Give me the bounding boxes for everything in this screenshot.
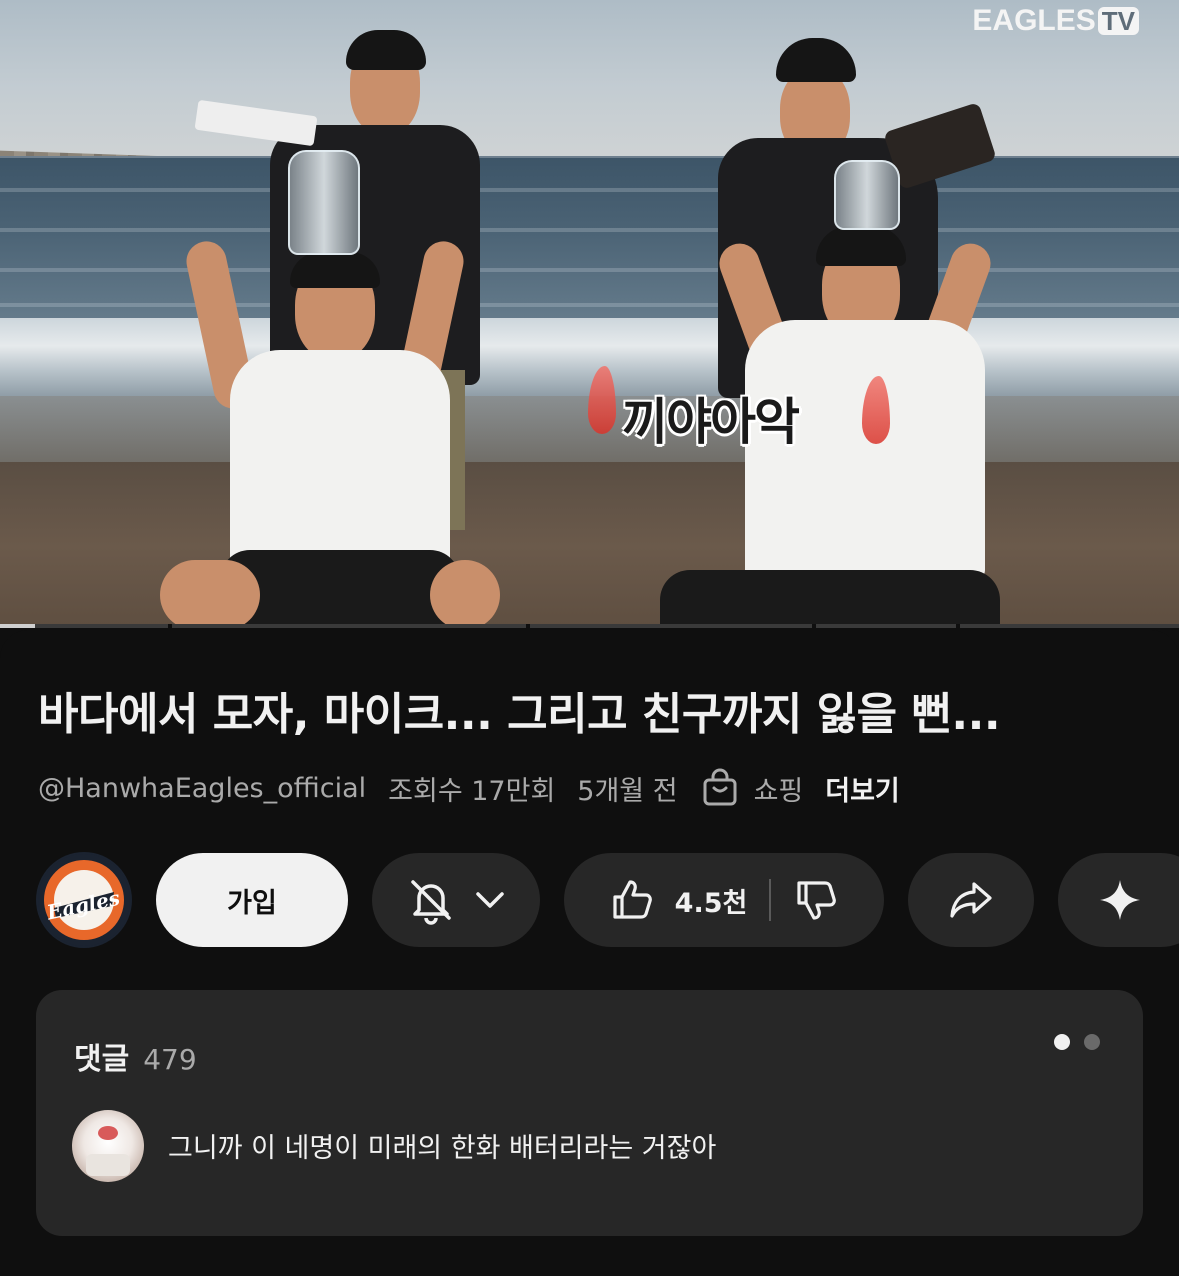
more-button[interactable]: 더보기 xyxy=(825,769,900,808)
join-button[interactable]: 가입 xyxy=(156,853,348,947)
top-comment-text: 그니까 이 네명이 미래의 한화 배터리라는 거잖아 xyxy=(168,1133,717,1164)
video-meta-row: @HanwhaEagles_official 조회수 17만회 5개월 전 쇼핑… xyxy=(38,768,900,808)
comments-label: 댓글 xyxy=(74,1042,130,1077)
channel-handle[interactable]: @HanwhaEagles_official xyxy=(38,773,366,804)
water-jug-right xyxy=(834,160,900,230)
ai-sparkle-button[interactable] xyxy=(1058,853,1179,947)
comments-card[interactable]: 댓글 479 그니까 이 네명이 미래의 한화 배터리라는 거잖아 xyxy=(36,990,1143,1236)
channel-watermark: EAGLES TV xyxy=(972,4,1139,38)
bell-off-icon xyxy=(411,880,451,925)
comments-count: 479 xyxy=(143,1043,197,1076)
channel-avatar[interactable]: Eagles xyxy=(36,852,132,948)
water-jug-left xyxy=(288,150,360,255)
page-indicator-active xyxy=(1054,1034,1070,1050)
like-count: 4.5천 xyxy=(674,887,748,919)
share-icon xyxy=(950,882,992,918)
thumbs-up-icon[interactable] xyxy=(609,877,655,923)
video-title[interactable]: 바다에서 모자, 마이크... 그리고 친구까지 잃을 뻔... xyxy=(38,678,1148,742)
video-progress-bar[interactable] xyxy=(0,624,1179,628)
video-progress-fill xyxy=(0,624,36,628)
comments-header: 댓글 479 xyxy=(74,1034,197,1078)
view-count: 조회수 17만회 xyxy=(388,775,556,807)
shopping-bag-icon[interactable] xyxy=(700,768,740,808)
sparkle-icon xyxy=(1100,880,1140,920)
action-row: Eagles 가입 4.5천 xyxy=(0,852,1179,948)
video-caption: 끼야아악 xyxy=(622,392,800,451)
eagles-logo-icon: Eagles xyxy=(38,854,130,946)
person-seated-left xyxy=(160,190,500,628)
video-info-panel: 바다에서 모자, 마이크... 그리고 친구까지 잃을 뻔... @Hanwha… xyxy=(0,630,1179,1276)
chevron-down-icon xyxy=(476,892,504,908)
like-dislike-group: 4.5천 xyxy=(564,853,884,947)
notification-button[interactable] xyxy=(372,853,540,947)
commenter-avatar[interactable] xyxy=(72,1110,144,1182)
upload-age: 5개월 전 xyxy=(577,775,678,807)
share-button[interactable] xyxy=(908,853,1034,947)
page-indicator-inactive xyxy=(1084,1034,1100,1050)
shopping-label[interactable]: 쇼핑 xyxy=(754,769,804,808)
thumbs-down-icon[interactable] xyxy=(793,877,839,923)
video-player[interactable]: 끼야아악 EAGLES TV xyxy=(0,0,1179,628)
like-divider xyxy=(769,879,772,921)
